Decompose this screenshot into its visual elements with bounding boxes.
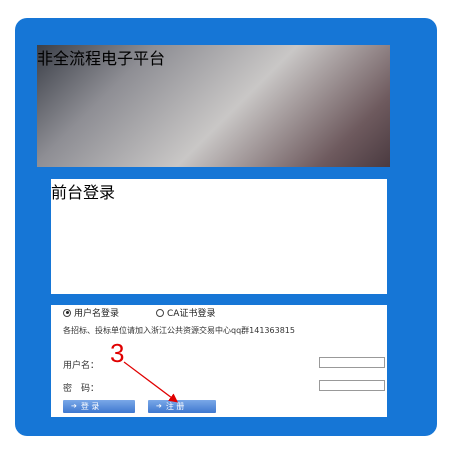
step3-number: 3 [110,338,125,368]
login-button-label: 登 录 [80,402,100,411]
register-button-label: 注 册 [165,402,185,411]
platform-title: 非全流程电子平台 [37,45,390,167]
radio-ca-login[interactable]: CA证书登录 [156,306,215,319]
register-button[interactable]: ➔ 注 册 [148,400,216,413]
front-login-label: 前台登录 [51,179,387,294]
username-input[interactable] [319,357,385,368]
password-label: 密 码： [63,384,100,394]
radio-username-login[interactable]: 用户名登录 [63,306,119,319]
radio-ca-label: CA证书登录 [167,309,216,319]
password-input[interactable] [319,380,385,391]
username-label: 用户名： [63,361,100,371]
arrow-right-icon: ➔ [156,402,162,410]
qq-group-notice: 各招标、投标单位请加入浙江公共资源交易中心qq群141363815 [63,326,295,335]
radio-selected-icon [63,308,71,317]
login-button[interactable]: ➔ 登 录 [63,400,135,413]
arrow-right-icon: ➔ [71,402,77,410]
radio-username-label: 用户名登录 [74,309,120,319]
radio-unselected-icon [156,308,164,317]
